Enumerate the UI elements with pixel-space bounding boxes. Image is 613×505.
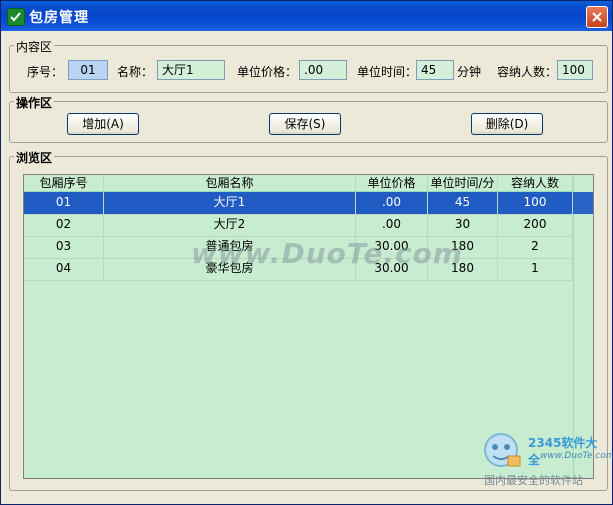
dialog-window: 包房管理 内容区 序号： 01 名称： 大厅1 单位价格： .00 单位时间： … <box>0 0 613 505</box>
cell-capacity: 100 <box>498 192 573 214</box>
cell-price: .00 <box>356 192 428 214</box>
cell-seq: 01 <box>24 192 104 214</box>
delete-button[interactable]: 删除(D) <box>471 113 543 135</box>
window-title: 包房管理 <box>29 10 89 26</box>
cell-price: .00 <box>356 214 428 236</box>
cell-capacity: 200 <box>498 214 573 236</box>
save-button[interactable]: 保存(S) <box>269 113 341 135</box>
price-field[interactable]: .00 <box>299 60 347 80</box>
mascot-icon <box>484 433 521 467</box>
col-header-seq[interactable]: 包厢序号 <box>24 175 104 191</box>
operation-group-title: 操作区 <box>14 94 55 111</box>
name-label: 名称： <box>117 65 154 79</box>
seq-label: 序号： <box>27 65 64 79</box>
content-group: 内容区 序号： 01 名称： 大厅1 单位价格： .00 单位时间： 45 分钟… <box>9 38 608 93</box>
col-header-price[interactable]: 单位价格 <box>356 175 428 191</box>
title-bar[interactable]: 包房管理 <box>1 1 612 31</box>
content-group-title: 内容区 <box>14 38 55 55</box>
cell-seq: 04 <box>24 258 104 280</box>
table-row[interactable]: 01 大厅1 .00 45 100 <box>24 192 573 215</box>
cell-name: 大厅2 <box>104 214 356 236</box>
close-button[interactable] <box>586 6 608 28</box>
browse-group-title: 浏览区 <box>14 149 55 166</box>
time-label: 单位时间： <box>357 65 418 79</box>
watermark-logo: 2345软件大全 www.DuoTe.com 国内最安全的软件站 <box>476 426 613 487</box>
time-field[interactable]: 45 <box>416 60 454 80</box>
check-icon <box>7 8 25 26</box>
col-header-time[interactable]: 单位时间/分 <box>428 175 498 191</box>
col-header-capacity[interactable]: 容纳人数 <box>498 175 573 191</box>
watermark-url: www.DuoTe.com <box>540 451 613 461</box>
cell-capacity: 1 <box>498 258 573 280</box>
cell-time: 45 <box>428 192 498 214</box>
add-button[interactable]: 增加(A) <box>67 113 139 135</box>
seq-field[interactable]: 01 <box>68 60 108 80</box>
time-unit-label: 分钟 <box>457 65 482 79</box>
price-label: 单位价格： <box>237 65 298 79</box>
cell-name: 大厅1 <box>104 192 356 214</box>
capacity-label: 容纳人数： <box>497 65 558 79</box>
name-field[interactable]: 大厅1 <box>157 60 225 80</box>
close-icon <box>592 12 602 22</box>
operation-group: 操作区 增加(A) 保存(S) 删除(D) <box>9 94 608 143</box>
cell-seq: 03 <box>24 236 104 258</box>
selected-row-indicator <box>573 192 593 214</box>
cell-seq: 02 <box>24 214 104 236</box>
table-row[interactable]: 02 大厅2 .00 30 200 <box>24 214 573 237</box>
cell-time: 30 <box>428 214 498 236</box>
watermark-slogan: 国内最安全的软件站 <box>484 474 583 487</box>
cell-capacity: 2 <box>498 236 573 258</box>
capacity-field[interactable]: 100 <box>557 60 593 80</box>
grid-header: 包厢序号 包厢名称 单位价格 单位时间/分 容纳人数 <box>24 175 593 192</box>
col-header-name[interactable]: 包厢名称 <box>104 175 356 191</box>
watermark-text: www.DuoTe.com <box>191 237 463 270</box>
